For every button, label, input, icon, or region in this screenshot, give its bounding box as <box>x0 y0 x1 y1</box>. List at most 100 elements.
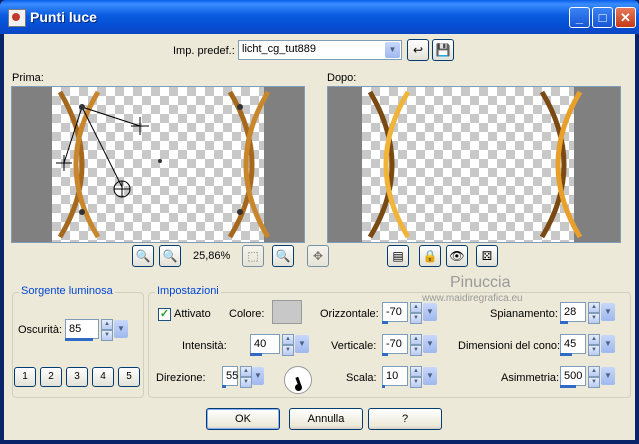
chevron-down-icon[interactable]: ▼ <box>423 303 437 321</box>
reset-button[interactable]: ↩ <box>407 39 429 61</box>
light-shape-button-1[interactable]: 1 <box>14 367 36 387</box>
spin-down-icon[interactable]: ▼ <box>588 377 600 388</box>
eye-button[interactable]: 👁 <box>446 245 468 267</box>
light-shape-button-2[interactable]: 2 <box>40 367 62 387</box>
spin-down-icon[interactable]: ▼ <box>588 313 600 324</box>
vertical-label: Verticale: <box>331 340 377 352</box>
settings-title: Impostazioni <box>155 285 221 297</box>
window-title: Punti luce <box>30 9 97 25</box>
reset-icon: ↩ <box>412 43 424 57</box>
lock-button[interactable]: 🔒 <box>419 245 441 267</box>
horizontal-label: Orizzontale: <box>320 308 379 320</box>
spin-up-icon[interactable]: ▲ <box>588 302 600 313</box>
close-icon: ✕ <box>620 10 631 25</box>
dialog-window: Punti luce _ □ ✕ Imp. predef.: licht_cg_… <box>0 0 639 444</box>
horizontal-value: -70 <box>386 306 402 318</box>
preset-value: licht_cg_tut889 <box>242 43 316 55</box>
vertical-value: -70 <box>386 338 402 350</box>
maximize-button[interactable]: □ <box>592 7 613 28</box>
chevron-down-icon[interactable]: ▼ <box>252 367 264 385</box>
help-button[interactable]: ? <box>368 408 442 430</box>
preset-combo[interactable]: licht_cg_tut889 ▼ <box>238 40 402 60</box>
direction-dial[interactable] <box>284 366 312 394</box>
zoom-fit-icon: ⬚ <box>247 249 259 263</box>
spin-down-icon[interactable]: ▼ <box>410 313 422 324</box>
title-bar[interactable]: Punti luce _ □ ✕ <box>0 0 639 34</box>
before-preview[interactable] <box>11 86 305 243</box>
lock-icon: 🔒 <box>422 249 438 263</box>
spin-down-icon[interactable]: ▼ <box>588 345 600 356</box>
darkness-value: 85 <box>69 323 82 335</box>
zoom-in-icon: 🔍 <box>162 249 178 263</box>
proof-button[interactable]: ▤ <box>387 245 409 267</box>
spin-down-icon[interactable]: ▼ <box>101 330 113 341</box>
scale-value: 10 <box>386 370 399 382</box>
enabled-checkbox[interactable]: ✓ <box>158 308 171 321</box>
intensity-label: Intensità: <box>182 340 227 352</box>
minimize-button[interactable]: _ <box>569 7 590 28</box>
spin-up-icon[interactable]: ▲ <box>588 366 600 377</box>
light-shape-button-3[interactable]: 3 <box>66 367 88 387</box>
light-source-title: Sorgente luminosa <box>19 285 115 297</box>
scale-label: Scala: <box>346 372 377 384</box>
zoom-level: 25,86% <box>193 250 231 262</box>
intensity-value: 40 <box>254 338 267 350</box>
chevron-down-icon: ▼ <box>385 42 400 58</box>
light-handles[interactable] <box>56 106 149 198</box>
light-shape-icon: 5 <box>126 371 132 382</box>
cone-value: 45 <box>564 338 577 350</box>
chevron-down-icon[interactable]: ▼ <box>601 335 615 353</box>
spin-up-icon[interactable]: ▲ <box>282 334 294 345</box>
ok-button[interactable]: OK <box>206 408 280 430</box>
proof-icon: ▤ <box>392 249 404 263</box>
app-icon[interactable] <box>8 9 26 27</box>
after-preview <box>327 86 621 243</box>
cone-label: Dimensioni del cono: <box>458 340 561 352</box>
asymmetry-label: Asimmetria: <box>501 372 560 384</box>
spin-up-icon[interactable]: ▲ <box>410 366 422 377</box>
spin-down-icon[interactable]: ▼ <box>282 345 294 356</box>
chevron-down-icon[interactable]: ▼ <box>601 303 615 321</box>
spin-down-icon[interactable]: ▼ <box>240 377 252 388</box>
pan-button[interactable]: ✥ <box>307 245 329 267</box>
color-label: Colore: <box>229 308 265 320</box>
after-image <box>367 90 583 239</box>
spin-up-icon[interactable]: ▲ <box>410 302 422 313</box>
save-icon: 💾 <box>435 43 451 57</box>
close-button[interactable]: ✕ <box>615 7 636 28</box>
randomize-icon: ⚄ <box>481 249 493 263</box>
color-swatch[interactable] <box>272 300 302 324</box>
randomize-button[interactable]: ⚄ <box>476 245 498 267</box>
zoom-in-button[interactable]: 🔍 <box>159 245 181 267</box>
before-label: Prima: <box>12 72 44 84</box>
chevron-down-icon[interactable]: ▼ <box>601 367 615 385</box>
spin-up-icon[interactable]: ▲ <box>101 319 113 330</box>
cancel-button[interactable]: Annulla <box>289 408 363 430</box>
zoom-fit-button[interactable]: ⬚ <box>242 245 264 267</box>
enabled-label: Attivato <box>174 308 211 320</box>
zoom-out-icon: 🔍 <box>135 249 151 263</box>
spin-down-icon[interactable]: ▼ <box>410 377 422 388</box>
zoom-actual-button[interactable]: 🔍 <box>272 245 294 267</box>
spin-up-icon[interactable]: ▲ <box>410 334 422 345</box>
chevron-down-icon[interactable]: ▼ <box>423 335 437 353</box>
eye-icon: 👁 <box>449 249 465 263</box>
flatten-label: Spianamento: <box>490 308 558 320</box>
chevron-down-icon[interactable]: ▼ <box>114 320 128 338</box>
spin-down-icon[interactable]: ▼ <box>410 345 422 356</box>
zoom-actual-icon: 🔍 <box>275 249 291 263</box>
light-shape-icon: 3 <box>74 371 80 382</box>
spin-up-icon[interactable]: ▲ <box>588 334 600 345</box>
chevron-down-icon[interactable]: ▼ <box>423 367 437 385</box>
pan-icon: ✥ <box>312 249 324 263</box>
before-image <box>56 90 271 239</box>
light-shape-button-4[interactable]: 4 <box>92 367 114 387</box>
minimize-icon: _ <box>575 10 584 25</box>
light-shape-icon: 4 <box>100 371 106 382</box>
save-preset-button[interactable]: 💾 <box>432 39 454 61</box>
spin-up-icon[interactable]: ▲ <box>240 366 252 377</box>
chevron-down-icon[interactable]: ▼ <box>295 335 309 353</box>
after-label: Dopo: <box>327 72 357 84</box>
light-shape-button-5[interactable]: 5 <box>118 367 140 387</box>
zoom-out-button[interactable]: 🔍 <box>132 245 154 267</box>
